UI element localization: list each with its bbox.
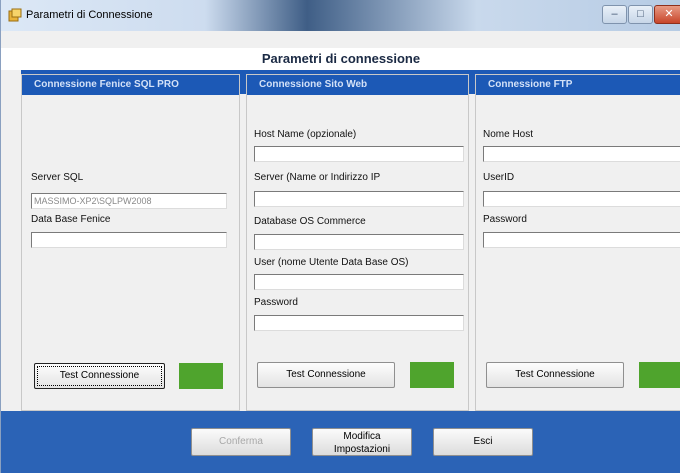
host-name-field[interactable] xyxy=(254,146,464,162)
database-fenice-field[interactable] xyxy=(31,232,227,248)
panel-title-sql: Connessione Fenice SQL PRO xyxy=(22,75,239,95)
panel-title-ftp: Connessione FTP xyxy=(476,75,680,95)
exit-button[interactable]: Esci xyxy=(433,428,533,456)
minimize-button[interactable]: – xyxy=(602,5,627,24)
confirm-button-label: Conferma xyxy=(219,436,263,447)
page-title: Parametri di connessione xyxy=(261,51,421,66)
ftp-userid-label: UserID xyxy=(483,172,515,183)
edit-settings-button[interactable]: Modifica Impostazioni xyxy=(312,428,412,456)
app-icon xyxy=(8,8,22,22)
test-connection-ftp-button[interactable]: Test Connessione xyxy=(486,362,624,388)
database-oscommerce-label: Database OS Commerce xyxy=(254,216,366,227)
db-user-field[interactable] xyxy=(254,274,464,290)
panel-ftp-connection: Connessione FTP Nome Host UserID Passwor… xyxy=(475,74,680,411)
ftp-userid-field[interactable] xyxy=(483,191,680,207)
host-name-label: Host Name (opzionale) xyxy=(254,129,357,140)
panel-web-connection: Connessione Sito Web Host Name (opzional… xyxy=(246,74,469,411)
web-server-label: Server (Name or Indirizzo IP xyxy=(254,172,381,183)
edit-settings-label-line2: Impostazioni xyxy=(333,444,391,455)
db-user-label: User (nome Utente Data Base OS) xyxy=(254,257,409,268)
database-oscommerce-field[interactable] xyxy=(254,234,464,250)
window-title: Parametri di Connessione xyxy=(26,9,153,21)
web-server-field[interactable] xyxy=(254,191,464,207)
test-connection-web-button[interactable]: Test Connessione xyxy=(257,362,395,388)
maximize-button[interactable]: □ xyxy=(628,5,653,24)
edit-settings-label-line1: Modifica xyxy=(343,431,381,442)
web-password-field[interactable] xyxy=(254,315,464,331)
close-button[interactable]: ✕ xyxy=(654,5,680,24)
server-sql-label: Server SQL xyxy=(31,172,84,183)
panel-title-web: Connessione Sito Web xyxy=(247,75,468,95)
ftp-host-label: Nome Host xyxy=(483,129,534,140)
ftp-host-field[interactable] xyxy=(483,146,680,162)
panel-sql-connection: Connessione Fenice SQL PRO Server SQL MA… xyxy=(21,74,240,411)
test-connection-sql-button[interactable]: Test Connessione xyxy=(34,363,165,389)
server-sql-field[interactable]: MASSIMO-XP2\SQLPW2008 xyxy=(31,193,227,209)
ftp-status-indicator xyxy=(639,362,680,388)
connection-settings-window: Parametri di Connessione – □ ✕ Parametri… xyxy=(0,0,680,473)
web-password-label: Password xyxy=(254,297,298,308)
ftp-password-field[interactable] xyxy=(483,232,680,248)
web-status-indicator xyxy=(410,362,454,388)
title-bar[interactable]: Parametri di Connessione – □ ✕ xyxy=(1,0,680,31)
sql-status-indicator xyxy=(179,363,223,389)
database-fenice-label: Data Base Fenice xyxy=(31,214,111,225)
confirm-button[interactable]: Conferma xyxy=(191,428,291,456)
ftp-password-label: Password xyxy=(483,214,527,225)
page-header: Parametri di connessione xyxy=(1,48,680,70)
footer-bar: Conferma Modifica Impostazioni Esci xyxy=(1,411,680,473)
exit-button-label: Esci xyxy=(473,436,493,447)
